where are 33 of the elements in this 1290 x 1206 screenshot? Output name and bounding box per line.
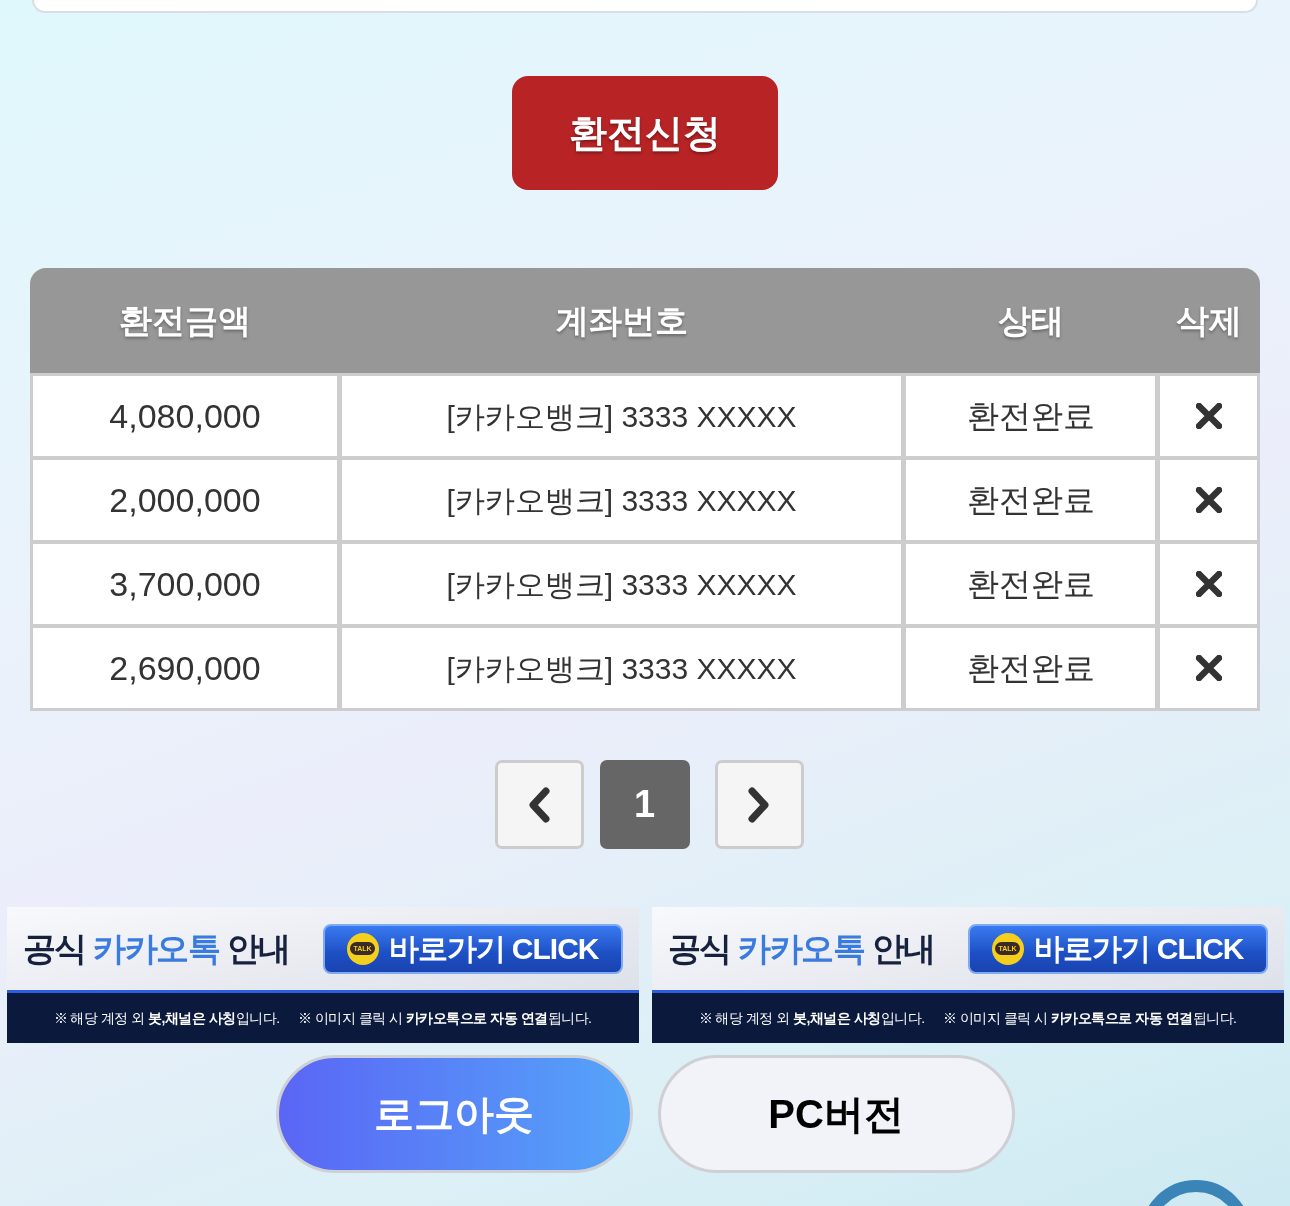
table-cell: [카카오뱅크] 3333 XXXXX [342,628,901,708]
column-header: 계좌번호 [555,300,688,341]
banner-title: 공식 카카오톡 안내 [667,932,935,965]
banner-title: 공식 카카오톡 안내 [22,932,290,965]
banner-note: ※ 이미지 클릭 시 카카오톡으로 자동 연결됩니다. [942,1008,1237,1028]
x-icon[interactable] [1195,655,1222,681]
column-header: 환전금액 [119,300,251,341]
table-cell: 3,700,000 [33,544,337,624]
chevron-left-icon [526,785,552,824]
banner-note: ※ 해당 계정 외 봇,채널은 사칭입니다. [698,1008,925,1028]
table-cell: [카카오뱅크] 3333 XXXXX [342,460,901,540]
table-cell: 환전완료 [906,376,1155,456]
x-icon[interactable] [1195,487,1222,513]
banner-note: ※ 해당 계정 외 봇,채널은 사칭입니다. [53,1008,280,1028]
exchange-request-button[interactable]: 환전신청 [512,76,778,190]
x-icon[interactable] [1195,571,1222,597]
table-cell: 환전완료 [906,628,1155,708]
pc-version-button[interactable]: PC버전 [657,1055,1015,1173]
previous-page-button[interactable] [494,760,584,849]
column-header: 상태 [997,300,1064,341]
table-cell: 2,000,000 [33,460,337,540]
table-cell: 4,080,000 [33,376,337,456]
page-button[interactable]: 1 [599,760,690,849]
next-page-button[interactable] [714,760,804,849]
x-icon[interactable] [1195,403,1222,429]
table-cell: 2,690,000 [33,628,337,708]
banner-note: ※ 이미지 클릭 시 카카오톡으로 자동 연결됩니다. [297,1008,592,1028]
table-cell: 환전완료 [906,460,1155,540]
table-cell: 환전완료 [906,544,1155,624]
table-cell: [카카오뱅크] 3333 XXXXX [342,544,901,624]
column-header: 삭제 [1175,300,1242,341]
table-cell: [카카오뱅크] 3333 XXXXX [342,376,901,456]
chevron-right-icon [746,785,772,824]
